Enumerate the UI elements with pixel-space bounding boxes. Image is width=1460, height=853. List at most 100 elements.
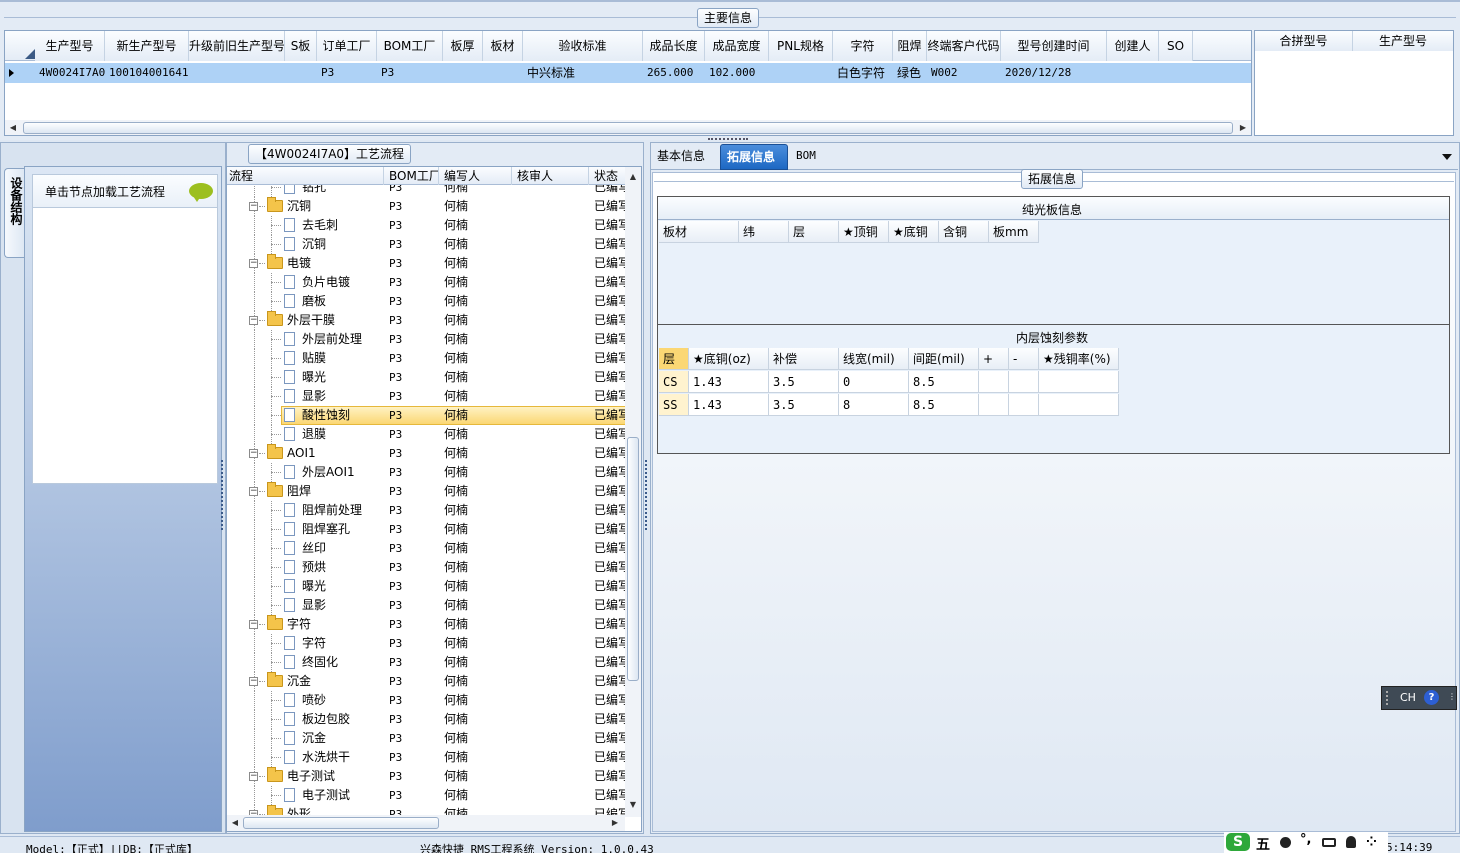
etch-cell[interactable]: 1.43 (689, 394, 769, 416)
scroll-thumb[interactable] (243, 817, 439, 829)
table-cell[interactable]: 白色字符 (837, 63, 893, 83)
node-label[interactable]: 去毛刺 (302, 216, 385, 235)
ime-mode[interactable]: 五 (1256, 834, 1270, 853)
node-label[interactable]: 喷砂 (302, 691, 385, 710)
flow-tree-row[interactable]: 外层AOI1 P3 何楠 已编写 (227, 463, 629, 482)
flow-tree-row[interactable]: 沉铜 P3 何楠 已编写 (227, 235, 629, 254)
tab-basic[interactable]: 基本信息 (651, 144, 715, 170)
node-label[interactable]: 显影 (302, 387, 385, 406)
etch-cell[interactable]: 8.5 (909, 371, 979, 393)
plain-col-header[interactable]: ★底铜 (889, 221, 939, 243)
table-cell[interactable] (773, 63, 833, 83)
node-label[interactable]: 阻焊前处理 (302, 501, 385, 520)
table-cell[interactable]: 2020/12/28 (1005, 63, 1107, 83)
flow-tree-row[interactable]: − 外层干膜 P3 何楠 已编写 (227, 311, 629, 330)
plain-col-header[interactable]: 含铜 (939, 221, 989, 243)
flow-col-header[interactable]: 编写人 (440, 167, 512, 185)
collapse-toggle-icon[interactable]: − (249, 316, 258, 325)
scroll-right-icon[interactable]: ▶ (609, 817, 621, 829)
flow-tree-row[interactable]: − 字符 P3 何楠 已编写 (227, 615, 629, 634)
node-label[interactable]: 外层前处理 (302, 330, 385, 349)
main-col-header[interactable]: 新生产型号 (105, 31, 189, 61)
collapse-toggle-icon[interactable]: − (249, 772, 258, 781)
node-label[interactable]: 阻焊 (287, 482, 385, 501)
collapse-toggle-icon[interactable]: − (249, 202, 258, 211)
node-label[interactable]: 板边包胶 (302, 710, 385, 729)
table-cell[interactable] (447, 63, 483, 83)
main-col-header[interactable]: S板 (285, 31, 317, 61)
tab-extended[interactable]: 拓展信息 (720, 144, 788, 170)
main-col-header[interactable]: 成品宽度 (705, 31, 769, 61)
etch-cell[interactable]: SS (659, 394, 689, 416)
etch-cell[interactable]: 1.43 (689, 371, 769, 393)
ime-toolbar[interactable]: CH ? ⋮ (1381, 686, 1457, 710)
etch-cell[interactable] (979, 394, 1009, 416)
flow-col-header[interactable]: BOM工厂 (385, 167, 439, 185)
etch-cell[interactable]: CS (659, 371, 689, 393)
node-label[interactable]: 负片电镀 (302, 273, 385, 292)
splitter-left[interactable] (221, 460, 225, 530)
main-col-header[interactable]: 板材 (483, 31, 523, 61)
node-label[interactable]: 外层AOI1 (302, 463, 385, 482)
table-row[interactable]: 4W0024I7A010010400164107 P3P3 中兴标准265.0001… (5, 63, 1251, 83)
collapse-toggle-icon[interactable]: − (249, 620, 258, 629)
main-col-header[interactable]: 创建人 (1107, 31, 1159, 61)
etch-col-header[interactable]: - (1009, 348, 1039, 370)
flow-tree-row[interactable]: − AOI1 P3 何楠 已编写 (227, 444, 629, 463)
flow-tree-row[interactable]: 去毛刺 P3 何楠 已编写 (227, 216, 629, 235)
main-info-grid[interactable]: 生产型号 新生产型号 升级前旧生产型号 S板 订单工厂 BOM工厂 板厚 板材 验收标准 成品长度… (4, 30, 1252, 136)
flow-hscroll[interactable]: ◀ ▶ (227, 815, 625, 831)
table-cell[interactable]: P3 (381, 63, 443, 83)
vertical-tab[interactable]: 设备结构 (4, 168, 26, 258)
node-label[interactable]: 沉铜 (302, 235, 385, 254)
flow-tree-row[interactable]: 水洗烘干 P3 何楠 已编写 (227, 748, 629, 767)
main-col-header[interactable]: 板厚 (443, 31, 483, 61)
etch-cell[interactable] (1009, 394, 1039, 416)
main-col-header[interactable]: SO (1159, 31, 1193, 61)
scroll-left-icon[interactable]: ◀ (7, 122, 19, 134)
etch-cell[interactable]: 8 (839, 394, 909, 416)
flow-tree-row[interactable]: 酸性蚀刻 P3 何楠 已编写 (227, 406, 629, 425)
etch-cell[interactable]: 8.5 (909, 394, 979, 416)
main-col-header[interactable]: 成品长度 (643, 31, 705, 61)
etch-col-header[interactable]: 间距(mil) (909, 348, 979, 370)
node-label[interactable]: 沉金 (302, 729, 385, 748)
table-cell[interactable] (1163, 63, 1193, 83)
help-icon[interactable]: ? (1424, 690, 1439, 705)
merge-col-header[interactable]: 合拼型号 (1255, 31, 1353, 51)
flow-tree-row[interactable]: 退膜 P3 何楠 已编写 (227, 425, 629, 444)
flow-tree-row[interactable]: 丝印 P3 何楠 已编写 (227, 539, 629, 558)
table-cell[interactable]: 中兴标准 (527, 63, 643, 83)
etch-col-header[interactable]: 补偿 (769, 348, 839, 370)
table-cell[interactable] (289, 63, 317, 83)
table-cell[interactable] (193, 63, 285, 83)
etch-col-header[interactable]: 层 (659, 348, 689, 370)
flow-tree-row[interactable]: 阻焊前处理 P3 何楠 已编写 (227, 501, 629, 520)
node-label[interactable]: 钻孔 (302, 185, 385, 197)
node-label[interactable]: 字符 (287, 615, 385, 634)
main-col-header[interactable]: 阻焊 (893, 31, 927, 61)
node-label[interactable]: 电子测试 (287, 767, 385, 786)
moon-icon[interactable] (1280, 837, 1291, 848)
flow-tree-row[interactable]: − 阻焊 P3 何楠 已编写 (227, 482, 629, 501)
flow-tree-row[interactable]: 沉金 P3 何楠 已编写 (227, 729, 629, 748)
collapse-toggle-icon[interactable]: − (249, 449, 258, 458)
ime-lang[interactable]: CH (1400, 691, 1416, 704)
table-cell[interactable]: 绿色 (897, 63, 927, 83)
plain-col-header[interactable]: 层 (789, 221, 839, 243)
plain-col-header[interactable]: 板mm (989, 221, 1039, 243)
node-label[interactable]: 沉铜 (287, 197, 385, 216)
user-icon[interactable] (1346, 836, 1356, 848)
node-label[interactable]: 酸性蚀刻 (302, 406, 385, 425)
flow-col-header[interactable]: 流程 (229, 167, 384, 185)
scroll-up-icon[interactable]: ▲ (627, 171, 639, 183)
plain-col-header[interactable]: 板材 (659, 221, 739, 243)
tab-menu-chevron-icon[interactable] (1442, 154, 1452, 160)
node-label[interactable]: 曝光 (302, 577, 385, 596)
main-grid-hscroll[interactable]: ◀ ▶ (5, 120, 1251, 135)
node-label[interactable]: 电镀 (287, 254, 385, 273)
node-label[interactable]: 水洗烘干 (302, 748, 385, 767)
flow-tree-row[interactable]: 显影 P3 何楠 已编写 (227, 387, 629, 406)
flow-tree-grid[interactable]: 流程 BOM工厂 编写人 核审人 状态 钻孔P3何楠已编写−沉铜P3何楠已编写去… (226, 166, 642, 832)
collapse-toggle-icon[interactable]: − (249, 677, 258, 686)
